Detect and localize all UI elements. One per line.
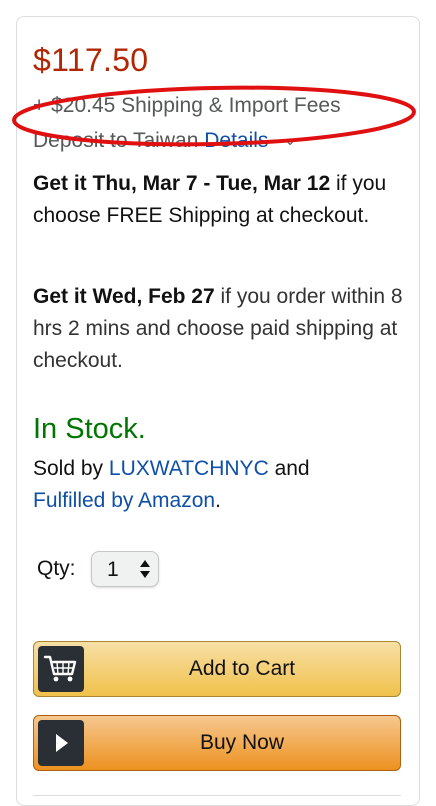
- and-text: and: [268, 457, 310, 480]
- free-delivery-date: Get it Thu, Mar 7 - Tue, Mar 12: [33, 172, 331, 195]
- seller-info: Sold by LUXWATCHNYC and Fulfilled by Ama…: [33, 453, 403, 517]
- stock-status: In Stock.: [33, 413, 146, 445]
- seller-link[interactable]: LUXWATCHNYC: [109, 457, 269, 480]
- cart-icon: [38, 646, 84, 692]
- qty-label: Qty:: [37, 557, 76, 580]
- deposit-line: Deposit to Taiwan Details ⌄: [33, 129, 296, 153]
- quantity-select[interactable]: 1: [91, 551, 159, 587]
- updown-arrows-icon: [140, 560, 150, 578]
- shipping-fees-text: + $20.45 Shipping & Import Fees: [33, 94, 341, 117]
- product-price: $117.50: [33, 42, 149, 78]
- deposit-text: Deposit to Taiwan: [33, 129, 199, 152]
- sold-by-label: Sold by: [33, 457, 109, 480]
- fulfilled-by-amazon-link[interactable]: Fulfilled by Amazon: [33, 489, 215, 512]
- add-to-cart-button[interactable]: Add to Cart: [33, 641, 401, 697]
- add-to-cart-label: Add to Cart: [188, 657, 296, 680]
- period-text: .: [215, 489, 221, 512]
- buy-now-label: Buy Now: [199, 731, 285, 754]
- quantity-value: 1: [107, 558, 119, 581]
- free-delivery-info: Get it Thu, Mar 7 - Tue, Mar 12 if you c…: [33, 168, 403, 232]
- paid-delivery-date: Get it Wed, Feb 27: [33, 285, 215, 308]
- buy-now-button[interactable]: Buy Now: [33, 715, 401, 771]
- paid-delivery-info: Get it Wed, Feb 27 if you order within 8…: [33, 281, 403, 377]
- section-divider: [33, 795, 401, 796]
- details-link[interactable]: Details: [204, 129, 268, 152]
- play-icon: [38, 720, 84, 766]
- chevron-down-icon[interactable]: ⌄: [284, 132, 296, 149]
